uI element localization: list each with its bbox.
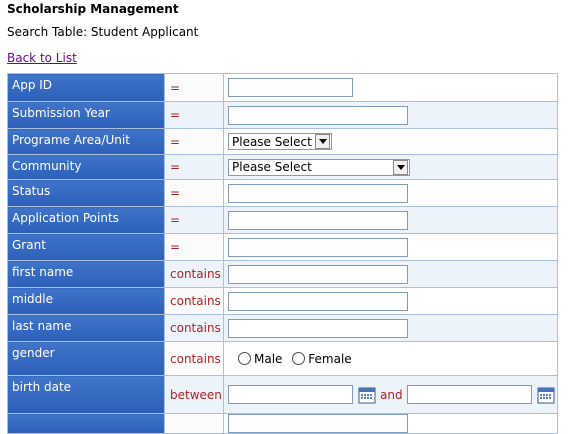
operator-birth-date: between (164, 375, 224, 414)
first-name-input[interactable] (228, 264, 408, 284)
gender-male-radio[interactable] (238, 352, 251, 366)
operator-middle: contains (164, 287, 224, 315)
grant-input[interactable] (228, 237, 408, 257)
middle-input[interactable] (228, 291, 408, 311)
gender-male-label: Male (254, 351, 283, 366)
calendar-icon[interactable] (537, 386, 555, 404)
operator-grant: = (164, 233, 224, 261)
birth-date-to-input[interactable] (406, 385, 532, 404)
community-select[interactable]: Please Select (228, 158, 410, 176)
operator-gender: contains (164, 341, 224, 376)
row-next-partial (7, 413, 558, 434)
row-community: Community = Please Select (7, 154, 558, 180)
row-submission-year: Submission Year = (7, 101, 558, 129)
birth-date-from-input[interactable] (228, 385, 353, 404)
application-points-input[interactable] (228, 210, 408, 230)
row-application-points: Application Points = (7, 206, 558, 234)
field-label-birth-date: birth date (7, 375, 165, 414)
operator-last-name: contains (164, 314, 224, 342)
programe-area-select-value: Please Select (232, 134, 312, 149)
row-first-name: first name contains (7, 260, 558, 288)
operator-community: = (164, 154, 224, 180)
field-label-application-points: Application Points (7, 206, 165, 234)
back-to-list-link[interactable]: Back to List (7, 51, 77, 65)
field-label-submission-year: Submission Year (7, 101, 165, 129)
field-label-next (7, 413, 165, 434)
programe-area-select[interactable]: Please Select (228, 133, 332, 150)
community-select-value: Please Select (232, 160, 312, 174)
app-id-input[interactable] (228, 78, 353, 97)
field-label-app-id: App ID (7, 73, 165, 102)
operator-programe-area: = (164, 128, 224, 155)
row-status: Status = (7, 179, 558, 207)
field-label-status: Status (7, 179, 165, 207)
field-label-first-name: first name (7, 260, 165, 288)
calendar-icon[interactable] (358, 386, 376, 404)
field-label-grant: Grant (7, 233, 165, 261)
operator-status: = (164, 179, 224, 207)
next-input[interactable] (228, 414, 408, 433)
gender-female-radio[interactable] (292, 352, 306, 366)
field-label-community: Community (7, 154, 165, 180)
row-app-id: App ID = (7, 73, 558, 102)
row-middle: middle contains (7, 287, 558, 315)
operator-submission-year: = (164, 101, 224, 129)
operator-application-points: = (164, 206, 224, 234)
chevron-down-icon (315, 134, 330, 149)
search-table: App ID = Submission Year = Programe Area… (7, 73, 558, 434)
row-last-name: last name contains (7, 314, 558, 342)
and-label: and (380, 387, 403, 402)
row-birth-date: birth date between and (7, 375, 558, 414)
row-programe-area: Programe Area/Unit = Please Select (7, 128, 558, 155)
field-label-programe-area: Programe Area/Unit (7, 128, 165, 155)
field-label-gender: gender (7, 341, 165, 376)
app-title: Scholarship Management (7, 2, 179, 16)
row-gender: gender contains Male Female (7, 341, 558, 376)
field-label-last-name: last name (7, 314, 165, 342)
field-label-middle: middle (7, 287, 165, 315)
row-grant: Grant = (7, 233, 558, 261)
gender-female-label: Female (308, 351, 352, 366)
operator-app-id: = (164, 73, 224, 102)
submission-year-input[interactable] (228, 105, 408, 125)
chevron-down-icon (393, 159, 408, 175)
status-input[interactable] (228, 183, 408, 203)
last-name-input[interactable] (228, 318, 408, 338)
operator-first-name: contains (164, 260, 224, 288)
table-caption: Search Table: Student Applicant (7, 25, 199, 39)
